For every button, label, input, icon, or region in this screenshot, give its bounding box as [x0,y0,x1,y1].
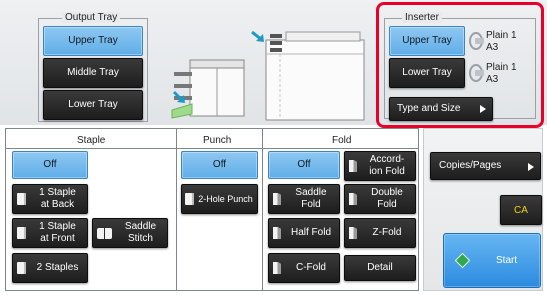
ca-button[interactable]: CA [500,195,542,225]
double-fold-line2: Fold [377,199,397,210]
copies-pages-label: Copies/Pages [439,160,502,171]
type-and-size-label: Type and Size [397,103,461,114]
divider [262,129,263,290]
divider [6,148,418,149]
punch-off-button[interactable]: Off [181,151,258,179]
output-middle-tray-button[interactable]: Middle Tray [43,58,143,88]
saddle-stitch-line2: Stitch [127,233,153,244]
accordion-fold-line2: ion Fold [369,166,405,177]
copies-pages-button[interactable]: Copies/Pages [430,152,541,180]
saddle-fold-line1: Saddle [295,187,327,198]
c-fold-icon [273,262,281,274]
z-fold-icon [349,227,357,239]
upper-tray-paper-icon [469,32,484,50]
start-button[interactable]: Start [443,233,541,288]
one-staple-front-line2: at Front [40,233,75,244]
two-staples-button[interactable]: 2 Staples [12,253,88,283]
saddle-stitch-icon [97,227,112,239]
saddle-stitch-button[interactable]: Saddle Stitch [92,218,168,248]
punch-icon [185,193,194,205]
staple-front-icon [17,227,26,239]
saddle-fold-line2: Fold [301,199,321,210]
divider [176,129,177,290]
arrow-right-icon [480,105,486,113]
double-fold-line1: Double [371,187,403,198]
double-fold-icon [349,193,357,205]
punch-title: Punch [203,135,232,146]
one-staple-back-button[interactable]: 1 Staple at Back [12,184,88,214]
inserter-lower-tray-button[interactable]: Lower Tray [389,58,465,88]
output-lower-tray-button[interactable]: Lower Tray [43,90,143,120]
c-fold-label: C-Fold [295,262,326,273]
output-upper-tray-button[interactable]: Upper Tray [43,26,143,56]
staple-back-icon [17,193,26,205]
double-fold-button[interactable]: Double Fold [344,184,416,214]
one-staple-back-line2: at Back [40,199,75,210]
fold-off-button[interactable]: Off [268,151,340,179]
two-staples-label: 2 Staples [36,262,79,273]
two-hole-punch-label: 2-Hole Punch [198,194,253,204]
inserter-upper-paper-size: A3 [486,42,499,53]
two-staples-icon [17,262,26,274]
start-diamond-icon [454,252,471,269]
half-fold-label: Half Fold [290,227,331,238]
inserter-title: Inserter [402,12,442,23]
one-staple-front-line1: 1 Staple [39,221,76,232]
staple-title: Staple [77,135,106,146]
accordion-fold-icon [349,160,357,172]
fold-title: Fold [332,135,352,146]
one-staple-front-button[interactable]: 1 Staple at Front [12,218,88,248]
output-tray-title: Output Tray [62,12,121,23]
z-fold-label: Z-Fold [372,227,402,238]
fold-detail-button[interactable]: Detail [344,255,416,281]
inserter-upper-paper-type: Plain 1 [486,30,517,41]
half-fold-button[interactable]: Half Fold [268,218,340,248]
finisher-machine-illustration [171,30,365,121]
saddle-stitch-line1: Saddle [124,221,157,232]
staple-off-button[interactable]: Off [12,151,88,179]
arrow-right-icon [528,163,534,171]
inserter-lower-paper-type: Plain 1 [486,62,517,73]
two-hole-punch-button[interactable]: 2-Hole Punch [181,184,258,214]
inserter-lower-paper-size: A3 [486,74,499,85]
z-fold-button[interactable]: Z-Fold [344,218,416,248]
start-label: Start [496,255,518,266]
ca-label: CA [514,204,528,216]
accordion-fold-line1: Accord- [369,154,405,165]
type-and-size-button[interactable]: Type and Size [389,97,493,121]
lower-tray-paper-icon [469,64,484,82]
inserter-upper-tray-button[interactable]: Upper Tray [389,26,465,56]
saddle-fold-icon [273,193,281,205]
one-staple-back-line1: 1 Staple [39,187,76,198]
c-fold-button[interactable]: C-Fold [268,253,340,283]
saddle-fold-button[interactable]: Saddle Fold [268,184,340,214]
accordion-fold-button[interactable]: Accord-ion Fold [344,151,416,181]
half-fold-icon [273,227,281,239]
